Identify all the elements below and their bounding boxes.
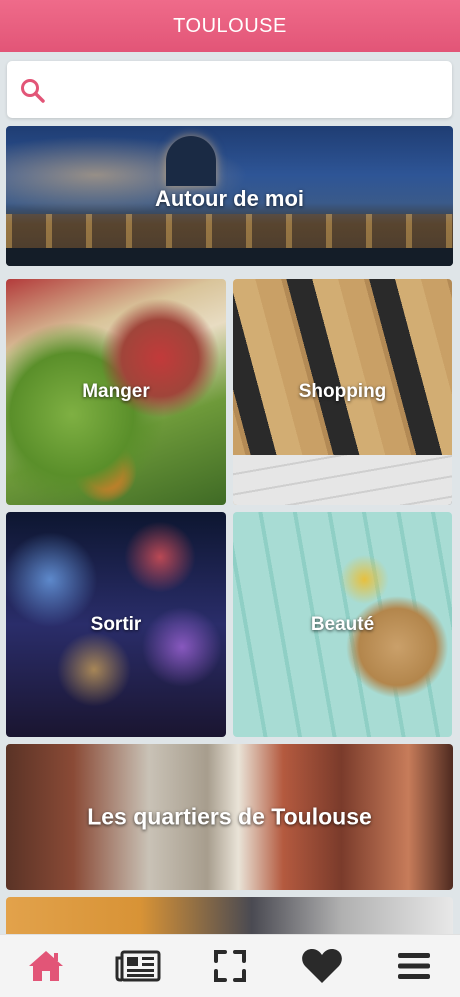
- app-header: TOULOUSE: [0, 0, 460, 52]
- tile-quartiers[interactable]: Les quartiers de Toulouse: [6, 744, 453, 890]
- nav-scan[interactable]: [184, 935, 276, 997]
- home-icon: [29, 951, 63, 981]
- tile-sortir[interactable]: Sortir: [6, 512, 226, 737]
- nav-home[interactable]: [0, 935, 92, 997]
- tile-beaute[interactable]: Beauté: [233, 512, 452, 737]
- page-title: TOULOUSE: [173, 15, 287, 37]
- newspaper-icon: [115, 950, 161, 982]
- bottom-nav: [0, 934, 460, 997]
- heart-icon: [302, 949, 342, 983]
- tile-image-decoration: [6, 248, 453, 266]
- tile-label: Beauté: [310, 613, 375, 635]
- nav-favorites[interactable]: [276, 935, 368, 997]
- tile-manger[interactable]: Manger: [6, 279, 226, 505]
- tile-label: Autour de moi: [154, 186, 305, 211]
- tile-autour-de-moi[interactable]: Autour de moi: [6, 126, 453, 266]
- tile-label: Manger: [82, 381, 150, 402]
- tile-label: Sortir: [90, 613, 142, 635]
- search-bar[interactable]: [7, 61, 452, 118]
- tile-image-decoration: [233, 455, 452, 505]
- nav-menu[interactable]: [368, 935, 460, 997]
- scan-icon: [214, 950, 246, 982]
- menu-icon: [398, 953, 430, 979]
- search-icon[interactable]: [19, 77, 47, 105]
- tile-image-decoration: [166, 136, 216, 186]
- search-input[interactable]: [57, 71, 441, 109]
- tile-shopping[interactable]: Shopping: [233, 279, 452, 505]
- tile-label: Les quartiers de Toulouse: [87, 803, 372, 830]
- tile-label: Shopping: [298, 381, 387, 402]
- nav-news[interactable]: [92, 935, 184, 997]
